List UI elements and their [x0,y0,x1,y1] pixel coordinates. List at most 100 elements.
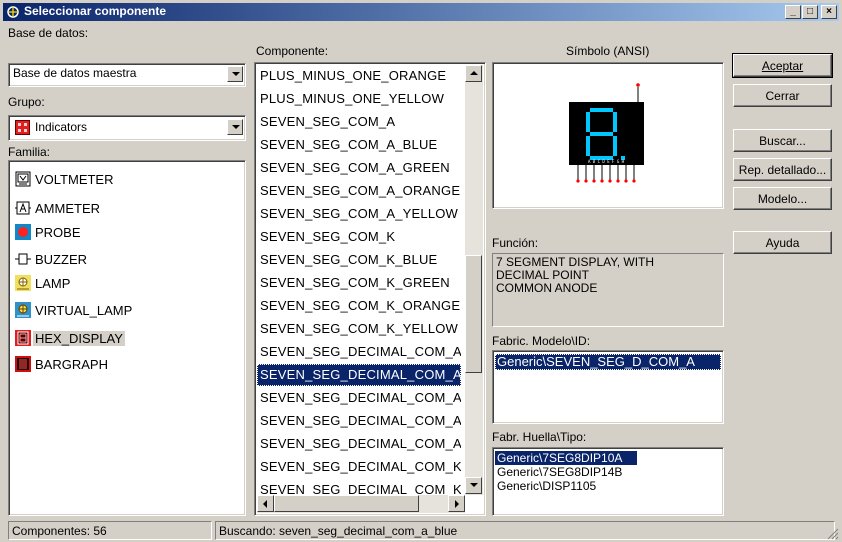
component-item[interactable]: SEVEN_SEG_COM_A_ORANGE [257,180,461,202]
family-label-text: VOLTMETER [35,172,114,187]
scroll-down-icon[interactable] [465,477,482,494]
select-component-dialog: Seleccionar componente _ □ × Base de dat… [0,0,842,542]
indicator-icon [15,120,30,135]
family-list[interactable]: VOLTMETER AMMETER PROBE BUZZER LAMP VIRT… [8,160,246,516]
title-bar[interactable]: Seleccionar componente _ □ × [3,3,839,21]
component-item[interactable]: SEVEN_SEG_COM_K [257,226,461,248]
model-id-list[interactable]: Generic\SEVEN_SEG_D_COM_A [492,350,724,424]
chevron-down-icon[interactable] [227,66,243,82]
footprint-item[interactable]: Generic\7SEG8DIP10A [495,451,637,465]
close-button[interactable]: Cerrar [733,84,832,107]
probe-icon [15,224,31,240]
component-item[interactable]: SEVEN_SEG_COM_K_BLUE [257,249,461,271]
symbol-label: Símbolo (ANSI) [566,44,650,58]
bargraph-icon [15,356,31,372]
group-label: Grupo: [8,95,45,109]
scroll-up-icon[interactable] [465,65,482,82]
voltmeter-icon [15,171,31,187]
component-item[interactable]: SEVEN_SEG_DECIMAL_COM_A [257,341,461,363]
component-item[interactable]: PLUS_MINUS_ONE_YELLOW [257,88,461,110]
horizontal-scroll-thumb[interactable] [274,495,419,512]
seven-segment-symbol: A B C D E F G H [569,83,644,183]
search-button-label: Buscar... [759,134,806,148]
app-icon [7,6,19,18]
family-label-text: PROBE [35,225,81,240]
component-horizontal-scrollbar[interactable] [257,495,465,513]
family-item-probe[interactable]: PROBE [12,221,146,245]
close-window-button[interactable]: × [821,5,837,19]
component-item[interactable]: SEVEN_SEG_DECIMAL_COM_K [257,456,461,478]
footprint-label: Fabr. Huella\Tipo: [492,430,587,444]
component-item[interactable]: SEVEN_SEG_COM_K_ORANGE [257,295,461,317]
family-label-text: AMMETER [35,201,100,216]
family-item-ammeter[interactable]: AMMETER [12,197,146,221]
component-label: Componente: [256,44,329,58]
family-label-text: LAMP [35,276,71,291]
model-id-item[interactable]: Generic\SEVEN_SEG_D_COM_A [495,354,721,370]
family-item-hex-display[interactable]: HEX_DISPLAY [12,327,146,351]
ammeter-icon [15,201,31,215]
component-item[interactable]: PLUS_MINUS_ONE_ORANGE [257,65,461,87]
footprint-list[interactable]: Generic\7SEG8DIP10A Generic\7SEG8DIP14B … [492,447,724,516]
hex-display-icon [15,330,31,346]
family-label-text: BARGRAPH [35,357,108,372]
function-line: COMMON ANODE [496,281,598,295]
component-vertical-scrollbar[interactable] [465,65,483,495]
component-item[interactable]: SEVEN_SEG_COM_A_GREEN [257,157,461,179]
family-label-text: BUZZER [35,252,87,267]
minimize-button[interactable]: _ [785,5,801,19]
chevron-down-icon[interactable] [227,119,243,135]
function-box: 7 SEGMENT DISPLAY, WITH DECIMAL POINT CO… [492,253,724,327]
search-button[interactable]: Buscar... [733,129,832,152]
family-item-lamp[interactable]: LAMP [12,272,146,296]
database-selected: Base de datos maestra [13,66,137,80]
family-label: Familia: [8,145,51,159]
family-item-virtual-lamp[interactable]: VIRTUAL_LAMP [12,299,146,323]
help-button[interactable]: Ayuda [733,231,832,254]
family-item-voltmeter[interactable]: VOLTMETER [12,168,146,192]
footprint-item[interactable]: Generic\7SEG8DIP14B [495,465,622,479]
group-combo[interactable]: Indicators [8,115,246,141]
component-item[interactable]: SEVEN_SEG_COM_K_GREEN [257,272,461,294]
segment-labels: A B C D E F G H [588,159,625,164]
accept-button[interactable]: Aceptar [732,53,833,78]
scroll-thumb[interactable] [465,255,482,373]
scroll-right-icon[interactable] [448,495,465,512]
status-count: Componentes: 56 [8,521,212,540]
database-label: Base de datos: [8,26,89,40]
detailed-report-button[interactable]: Rep. detallado... [733,158,832,181]
help-button-label: Ayuda [765,236,800,250]
component-item[interactable]: SEVEN_SEG_COM_K_YELLOW [257,318,461,340]
virtual-lamp-icon [15,302,31,318]
model-button[interactable]: Modelo... [733,187,832,210]
group-selected: Indicators [35,120,88,134]
window-title: Seleccionar componente [24,4,167,18]
family-item-buzzer[interactable]: BUZZER [12,248,146,272]
symbol-preview: A B C D E F G H [492,62,724,209]
component-item[interactable]: SEVEN_SEG_DECIMAL_COM_A_GREEN [257,387,461,409]
component-item[interactable]: SEVEN_SEG_COM_A [257,111,461,133]
database-combo[interactable]: Base de datos maestra [8,63,246,87]
component-item[interactable]: SEVEN_SEG_COM_A_YELLOW [257,203,461,225]
close-button-label: Cerrar [765,89,800,103]
component-item[interactable]: SEVEN_SEG_DECIMAL_COM_A_YELLOW [257,433,461,455]
component-list[interactable]: PLUS_MINUS_ONE_ORANGE PLUS_MINUS_ONE_YELL… [254,62,486,516]
component-item[interactable]: SEVEN_SEG_DECIMAL_COM_A_BLUE [257,364,461,386]
buzzer-icon [15,253,31,265]
footprint-item[interactable]: Generic\DISP1105 [495,479,596,493]
family-label-text: HEX_DISPLAY [33,331,125,346]
status-search: Buscando: seven_seg_decimal_com_a_blue [215,521,835,540]
family-item-bargraph[interactable]: BARGRAPH [12,353,146,377]
component-item[interactable]: SEVEN_SEG_DECIMAL_COM_A_ORANGE [257,410,461,432]
resize-grip-icon[interactable] [827,528,839,540]
function-label: Función: [492,236,539,250]
lamp-icon [15,275,31,291]
scroll-left-icon[interactable] [257,495,274,512]
model-button-label: Modelo... [757,192,808,206]
family-label-text: VIRTUAL_LAMP [35,303,133,318]
component-item[interactable]: SEVEN_SEG_COM_A_BLUE [257,134,461,156]
accept-button-label: Aceptar [761,59,804,73]
detailed-report-button-label: Rep. detallado... [738,163,827,177]
model-id-label: Fabric. Modelo\ID: [492,334,591,348]
maximize-button[interactable]: □ [802,5,818,19]
